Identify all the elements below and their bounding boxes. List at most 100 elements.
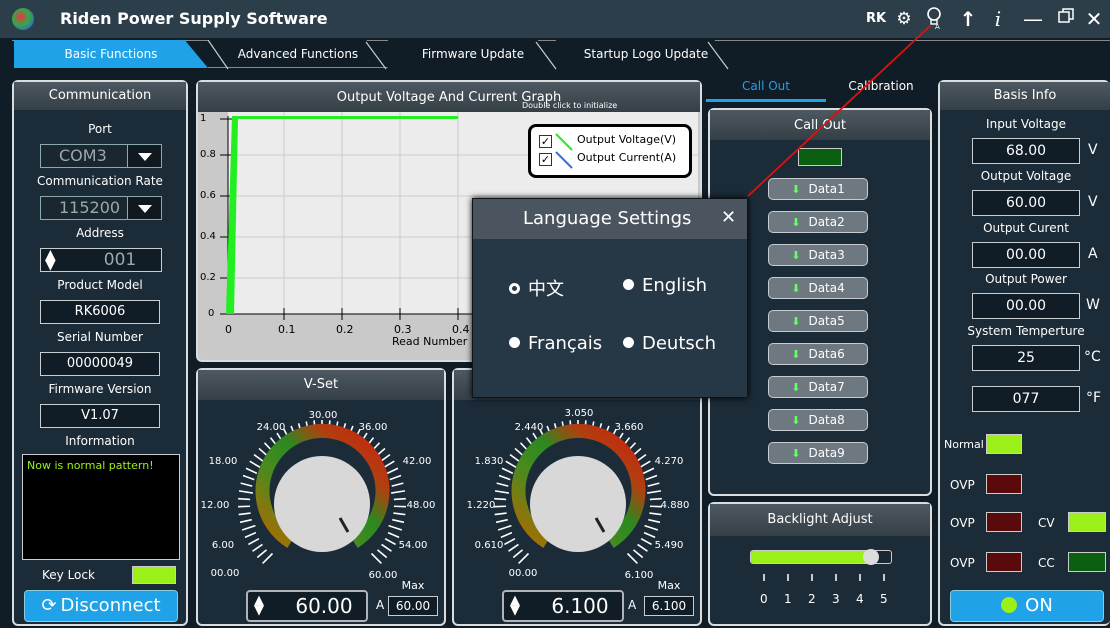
voltage-legend-label: Output Voltage(V) [577, 133, 677, 146]
gauge-tick [518, 552, 530, 564]
ovp1-indicator [986, 474, 1022, 494]
disconnect-label: Disconnect [60, 595, 161, 616]
power-on-button[interactable]: ON [950, 590, 1104, 622]
radio-icon [623, 279, 634, 290]
output-power-unit: W [1086, 297, 1100, 313]
serial-value: 00000049 [40, 352, 160, 376]
lang-option-french[interactable]: Français [509, 333, 602, 354]
gauge-tick [239, 518, 252, 524]
iset-spinbox[interactable]: ▲ ▼ 6.100 [502, 590, 624, 622]
backlight-slider[interactable] [750, 549, 892, 565]
iset-tick: 3.660 [614, 422, 644, 433]
data9-button[interactable]: ⬇ Data9 [768, 442, 868, 464]
port-value: COM3 [59, 146, 107, 165]
lang-option-label: Deutsch [642, 333, 717, 354]
gauge-tick [512, 549, 524, 559]
vset-spinbox[interactable]: ▲ ▼ 60.00 [246, 590, 368, 622]
iset-tick: 00.00 [508, 568, 538, 579]
restore-icon[interactable] [1056, 6, 1076, 32]
close-icon[interactable]: ✕ [1084, 6, 1104, 32]
radio-icon [509, 337, 520, 348]
vset-tick: 36.00 [358, 422, 388, 433]
gauge-tick [501, 467, 514, 475]
backlight-title: Backlight Adjust [710, 504, 930, 536]
dialog-close-icon[interactable]: ✕ [721, 207, 736, 228]
address-spinbox[interactable]: ▲ ▼ 001 [40, 248, 162, 272]
port-dropdown[interactable]: COM3 [40, 144, 162, 168]
gauge-tick [393, 512, 406, 516]
data7-button[interactable]: ⬇ Data7 [768, 376, 868, 398]
spin-updown-icon[interactable]: ▲ ▼ [510, 594, 520, 617]
backlight-fill [751, 551, 872, 563]
ytick: 0.2 [200, 272, 216, 283]
lang-option-chinese[interactable]: 中文 [509, 275, 564, 301]
iset-tick: 2.440 [514, 422, 544, 433]
iset-tick: 1.830 [474, 456, 504, 467]
gauge-tick [498, 474, 511, 481]
iset-gauge[interactable] [454, 400, 700, 590]
backlight-knob[interactable] [863, 549, 880, 565]
info-icon[interactable]: i [990, 6, 1006, 32]
gauge-tick [494, 512, 507, 516]
gauge-tick [242, 474, 255, 481]
gauge-tick [238, 512, 251, 516]
current-legend-checkbox[interactable]: ✓ [539, 153, 552, 166]
lang-option-english[interactable]: English [623, 275, 707, 296]
download-arrow-icon: ⬇ [791, 249, 801, 262]
iset-tick: 3.050 [564, 408, 594, 419]
data4-button[interactable]: ⬇ Data4 [768, 277, 868, 299]
vset-value: 60.00 [295, 594, 353, 618]
information-log: Now is normal pattern! [22, 454, 180, 560]
spin-updown-icon[interactable]: ▲ ▼ [254, 594, 264, 617]
vset-panel: V-Set 00.00 6.00 12.00 18.00 24.00 30.00… [196, 368, 446, 626]
lang-option-german[interactable]: Deutsch [623, 333, 716, 354]
lang-option-label: English [642, 275, 707, 296]
firmware-label: Firmware Version [48, 382, 152, 396]
basis-info-panel: Basis Info Input Voltage 68.00 V Output … [938, 80, 1110, 626]
vset-gauge[interactable] [198, 400, 444, 590]
cv-indicator [1068, 512, 1106, 532]
data2-button[interactable]: ⬇ Data2 [768, 211, 868, 233]
data5-button[interactable]: ⬇ Data5 [768, 310, 868, 332]
gauge-tick [256, 549, 268, 559]
lang-option-label: 中文 [528, 279, 564, 300]
ovp3-indicator [986, 552, 1022, 572]
iset-tick: 5.490 [654, 540, 684, 551]
language-dialog-title: Language Settings [473, 199, 747, 239]
data9-label: Data9 [808, 446, 845, 460]
vset-tick: 24.00 [256, 422, 286, 433]
ovp2-label: OVP [950, 516, 975, 530]
data6-button[interactable]: ⬇ Data6 [768, 343, 868, 365]
output-voltage-label: Output Voltage [980, 169, 1072, 183]
gauge-tick [647, 482, 660, 487]
data8-button[interactable]: ⬇ Data8 [768, 409, 868, 431]
iset-unit: A [628, 598, 637, 612]
download-arrow-icon: ⬇ [791, 216, 801, 229]
temperature-label: System Temperture [967, 324, 1085, 338]
backlight-tick: 2 [808, 592, 816, 606]
minimize-icon[interactable]: — [1022, 6, 1044, 32]
download-arrow-icon: ⬇ [791, 315, 801, 328]
graph-xlabel: Read Number [392, 335, 468, 348]
iset-value: 6.100 [551, 594, 609, 618]
output-power-label: Output Power [985, 272, 1067, 286]
temperature-f-value: 077 [972, 386, 1080, 412]
graph-legend: ✓ Output Voltage(V) ✓ Output Current(A) [528, 124, 692, 178]
download-arrow-icon: ⬇ [791, 447, 801, 460]
vset-tick: 12.00 [200, 500, 230, 511]
gauge-tick [241, 524, 256, 531]
gauge-tick [496, 482, 509, 487]
spin-updown-icon[interactable]: ▲ ▼ [45, 248, 56, 272]
upload-arrow-icon[interactable]: ↑ [958, 6, 978, 32]
xtick: 0.2 [336, 323, 354, 336]
disconnect-button[interactable]: ⟳ Disconnect [24, 590, 178, 622]
backlight-tick: 0 [760, 592, 768, 606]
address-label: Address [76, 226, 124, 240]
voltage-legend-checkbox[interactable]: ✓ [539, 135, 552, 148]
normal-indicator [986, 434, 1022, 454]
tab-basic-functions[interactable]: Basic Functions [14, 40, 208, 68]
gauge-tick [244, 531, 257, 539]
rate-dropdown[interactable]: 115200 [40, 196, 162, 220]
data6-label: Data6 [808, 347, 845, 361]
data3-button[interactable]: ⬇ Data3 [768, 244, 868, 266]
